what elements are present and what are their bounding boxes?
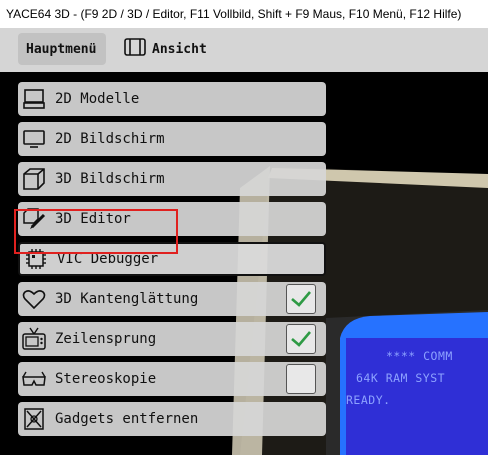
menu-item-label: 2D Bildschirm xyxy=(55,131,165,147)
checkmark-icon xyxy=(291,331,311,347)
checkmark-icon xyxy=(291,291,311,307)
menu-item-3d-bildschirm[interactable]: 3D Bildschirm xyxy=(18,162,326,196)
menu-item-label: 3D Kantenglättung xyxy=(55,291,199,307)
heart-icon xyxy=(21,286,47,312)
menu-item-gadgets-entfernen[interactable]: Gadgets entfernen xyxy=(18,402,326,436)
menu-item-2d-bildschirm[interactable]: 2D Bildschirm xyxy=(18,122,326,156)
c64-screen-line: 64K RAM SYST xyxy=(356,371,446,385)
tab-hauptmenu[interactable]: Hauptmenü xyxy=(18,33,106,65)
computer-icon xyxy=(21,86,47,112)
window-title: YACE64 3D - (F9 2D / 3D / Editor, F11 Vo… xyxy=(0,0,488,28)
cube-icon xyxy=(21,166,47,192)
stereoscopy-checkbox[interactable] xyxy=(286,364,316,394)
tab-ansicht[interactable]: Ansicht xyxy=(116,33,216,65)
menu-bar: Hauptmenü Ansicht xyxy=(0,28,488,72)
tab-label: Ansicht xyxy=(152,41,207,57)
tab-label: Hauptmenü xyxy=(26,41,97,57)
view-panel-icon xyxy=(124,38,146,60)
gadget-remove-icon xyxy=(21,406,47,432)
menu-item-label: 2D Modelle xyxy=(55,91,140,107)
menu-item-2d-modelle[interactable]: 2D Modelle xyxy=(18,82,326,116)
menu-item-zeilensprung[interactable]: Zeilensprung xyxy=(18,322,326,356)
selection-highlight-box xyxy=(14,209,178,254)
monitor-icon xyxy=(21,126,47,152)
menu-item-3d-kantenglaettung[interactable]: 3D Kantenglättung xyxy=(18,282,326,316)
c64-screen-line: READY. xyxy=(346,393,391,407)
c64-screen-line: **** COMM xyxy=(386,349,453,363)
c64-screen: **** COMM 64K RAM SYST READY. xyxy=(346,338,488,455)
menu-item-stereoskopie[interactable]: Stereoskopie xyxy=(18,362,326,396)
interlace-checkbox[interactable] xyxy=(286,324,316,354)
3d-glasses-icon xyxy=(21,366,47,392)
antialiasing-checkbox[interactable] xyxy=(286,284,316,314)
menu-item-label: Zeilensprung xyxy=(55,331,157,347)
tv-icon xyxy=(21,326,47,352)
menu-item-label: 3D Bildschirm xyxy=(55,171,165,187)
menu-item-label: Stereoskopie xyxy=(55,371,157,387)
menu-item-label: Gadgets entfernen xyxy=(55,411,199,427)
